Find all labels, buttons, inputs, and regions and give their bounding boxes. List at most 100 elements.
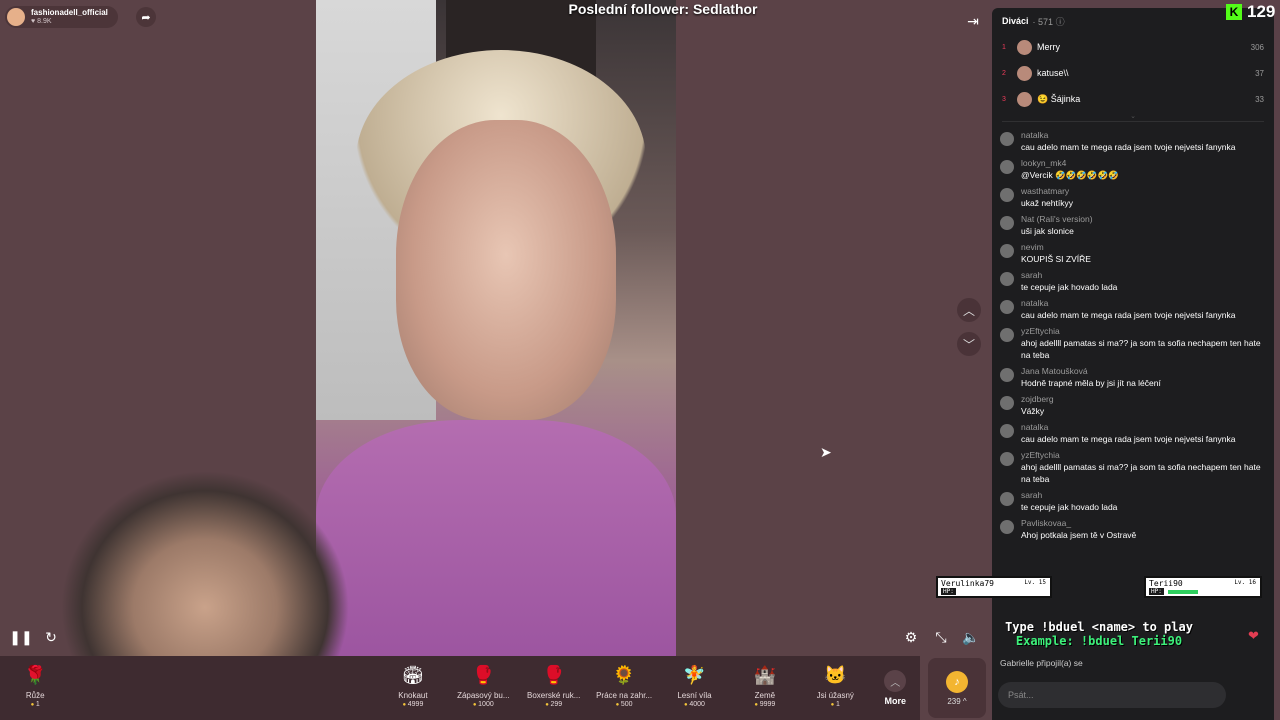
- tiktok-coin-icon: ♪: [946, 670, 968, 693]
- kick-badge: K 129: [1226, 2, 1275, 22]
- chat-username[interactable]: wasthatmary: [1021, 186, 1073, 197]
- coins-button[interactable]: ♪ 239 ^: [928, 658, 986, 718]
- gift-item[interactable]: 🏟 Knokaut4999: [378, 656, 448, 720]
- last-follower-overlay: Poslední follower: Sedlathor: [568, 1, 758, 17]
- pause-icon[interactable]: ❚❚: [9, 626, 32, 648]
- duel-example: Example: !bduel Terii90: [1015, 634, 1183, 648]
- sunflower-icon: 🌻: [612, 664, 636, 685]
- chat-username[interactable]: natalka: [1021, 130, 1236, 141]
- gift-item[interactable]: 🐱 Jsi úžasný1: [800, 656, 870, 720]
- chat-message-body: wasthatmary ukaž nehtíkyy: [1021, 186, 1073, 209]
- viewers-title: Diváci: [1002, 16, 1029, 26]
- chat-username[interactable]: Nat (Rali's version): [1021, 214, 1093, 225]
- chevron-up-icon[interactable]: ︿: [957, 298, 981, 322]
- chat-message[interactable]: natalka cau adelo mam te mega rada jsem t…: [1000, 298, 1266, 321]
- duel-player-1-name: Verulinka79: [941, 579, 994, 588]
- viewer-rank: 2: [1002, 69, 1006, 77]
- top-viewer-row[interactable]: 2 katuse\\ 37: [992, 60, 1274, 86]
- hp-label: HP:: [941, 588, 956, 595]
- chat-message[interactable]: Pavliskovaa_ Ahoj potkala jsem tě v Ostra…: [1000, 518, 1266, 541]
- chat-username[interactable]: zojdberg: [1021, 394, 1054, 405]
- gift-price: 500: [616, 701, 633, 708]
- match-icon: 🥊: [472, 664, 495, 685]
- viewer-score: 33: [1255, 94, 1264, 104]
- chat-username[interactable]: lookyn_mk4: [1021, 158, 1119, 169]
- chat-input[interactable]: Psát...: [998, 682, 1226, 708]
- more-gifts-button[interactable]: ︿ More: [870, 656, 920, 720]
- chat-message[interactable]: yzEftychia ahoj adellll pamatas si ma?? j…: [1000, 326, 1266, 361]
- collapse-panel-icon[interactable]: ⇥: [962, 10, 984, 32]
- host-profile[interactable]: fashionadell_official ♥ 8.9K: [5, 6, 118, 28]
- hp-label: HP:: [1149, 588, 1164, 595]
- chat-username[interactable]: natalka: [1021, 422, 1236, 433]
- chat-username[interactable]: Jana Matoušková: [1021, 366, 1161, 377]
- chat-message-body: sarah te cepuje jak hovado lada: [1021, 270, 1117, 293]
- viewer-score: 37: [1255, 68, 1264, 78]
- chat-username[interactable]: Pavliskovaa_: [1021, 518, 1136, 529]
- duel-player-1: Verulinka79 Lv. 15 HP:: [936, 576, 1052, 598]
- avatar: [1000, 160, 1014, 174]
- gift-bar: 🌹Růže1 🏟Knokaut4999 🥊Zápasový bu...1000 …: [0, 656, 920, 720]
- top-viewer-row[interactable]: 1 Merry 306: [992, 34, 1274, 60]
- chat-message-body: Pavliskovaa_ Ahoj potkala jsem tě v Ostra…: [1021, 518, 1136, 541]
- chat-message[interactable]: Nat (Rali's version) uši jak slonice: [1000, 214, 1266, 237]
- chat-username[interactable]: yzEftychia: [1021, 450, 1266, 461]
- chat-message[interactable]: natalka cau adelo mam te mega rada jsem t…: [1000, 130, 1266, 153]
- chat-message[interactable]: zojdberg Vážky: [1000, 394, 1266, 417]
- share-icon[interactable]: ➦: [136, 7, 156, 27]
- chat-text: cau adelo mam te mega rada jsem tvoje ne…: [1021, 310, 1236, 320]
- chat-message[interactable]: Jana Matoušková Hodně trapné měla by jsi …: [1000, 366, 1266, 389]
- viewer-rank: 1: [1002, 43, 1006, 51]
- avatar: [1000, 396, 1014, 410]
- chat-list: natalka cau adelo mam te mega rada jsem t…: [992, 130, 1274, 541]
- live-video[interactable]: [316, 0, 676, 656]
- gift-item[interactable]: 🌹 Růže1: [0, 656, 70, 720]
- chat-message[interactable]: sarah te cepuje jak hovado lada: [1000, 490, 1266, 513]
- avatar: [1000, 492, 1014, 506]
- top-viewer-row[interactable]: 3 😉 Šájinka 33: [992, 86, 1274, 112]
- gift-item[interactable]: 🥊 Boxerské ruk...299: [519, 656, 589, 720]
- chat-username[interactable]: sarah: [1021, 270, 1117, 281]
- chat-message[interactable]: sarah te cepuje jak hovado lada: [1000, 270, 1266, 293]
- duel-player-2: Terii90 Lv. 16 HP:: [1144, 576, 1262, 598]
- viewers-count-wrap: · 571 ⓘ: [1032, 16, 1065, 27]
- gift-item[interactable]: 🧚 Lesní víla4000: [659, 656, 729, 720]
- chat-panel: Diváci · 571 ⓘ 1 Merry 306 2 katuse\\ 37 3 😉 …: [992, 8, 1274, 720]
- avatar: [1000, 132, 1014, 146]
- chat-text: ukaž nehtíkyy: [1021, 198, 1073, 208]
- chat-message[interactable]: yzEftychia ahoj adellll pamatas si ma?? j…: [1000, 450, 1266, 485]
- gift-item[interactable]: 🌻 Práce na zahr...500: [589, 656, 659, 720]
- chat-username[interactable]: sarah: [1021, 490, 1117, 501]
- avatar: [1000, 452, 1014, 466]
- gift-name: Jsi úžasný: [816, 691, 854, 700]
- avatar: [1000, 272, 1014, 286]
- viewer-rank: 3: [1002, 95, 1006, 103]
- chat-text: ahoj adellll pamatas si ma?? ja som ta s…: [1021, 462, 1261, 484]
- gift-price: 4000: [684, 701, 705, 708]
- help-icon[interactable]: ⓘ: [1056, 17, 1065, 27]
- castle-icon: 🏰: [753, 664, 777, 685]
- chevron-down-icon[interactable]: ﹀: [957, 332, 981, 356]
- chat-message[interactable]: nevim KOUPIŠ SI ZVÍŘE: [1000, 242, 1266, 265]
- video-robe: [316, 420, 676, 656]
- avatar: [1000, 188, 1014, 202]
- viewer-score: 306: [1250, 42, 1264, 52]
- settings-icon[interactable]: ⚙: [900, 626, 922, 648]
- gift-item[interactable]: 🏰 Země9999: [730, 656, 800, 720]
- chat-message-body: natalka cau adelo mam te mega rada jsem t…: [1021, 422, 1236, 445]
- refresh-icon[interactable]: ↻: [40, 626, 62, 648]
- chat-username[interactable]: yzEftychia: [1021, 326, 1266, 337]
- avatar: [1017, 91, 1032, 107]
- chat-message[interactable]: natalka cau adelo mam te mega rada jsem t…: [1000, 422, 1266, 445]
- gift-name: Práce na zahr...: [596, 691, 653, 700]
- gift-item[interactable]: 🥊 Zápasový bu...1000: [448, 656, 518, 720]
- avatar: [1000, 368, 1014, 382]
- fairy-icon: 🧚: [683, 664, 706, 685]
- chat-username[interactable]: nevim: [1021, 242, 1091, 253]
- chat-message[interactable]: wasthatmary ukaž nehtíkyy: [1000, 186, 1266, 209]
- chat-message[interactable]: lookyn_mk4 @Vercik 🤣🤣🤣🤣🤣🤣: [1000, 158, 1266, 181]
- chat-username[interactable]: natalka: [1021, 298, 1236, 309]
- host-name: fashionadell_official: [31, 8, 108, 17]
- join-notice: Gabrielle připojil(a) se: [1000, 658, 1083, 668]
- chat-text: KOUPIŠ SI ZVÍŘE: [1021, 254, 1091, 264]
